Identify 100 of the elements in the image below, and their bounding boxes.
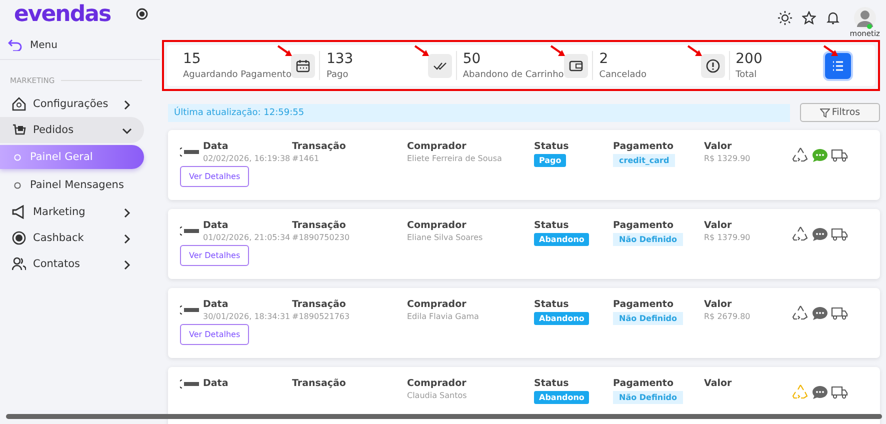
field-label: Valor: [704, 141, 732, 152]
status-badge: Abandono: [534, 312, 590, 325]
field-label: Valor: [704, 299, 732, 310]
field-label: Comprador: [407, 220, 466, 231]
truck-icon[interactable]: [831, 306, 848, 320]
field-label: Comprador: [407, 141, 466, 152]
stat-label: Pago: [326, 70, 350, 80]
megaphone-icon: [12, 205, 26, 219]
coin-icon: [12, 231, 26, 245]
payment-tag: Não Definido: [613, 391, 684, 404]
field-label: Status: [534, 220, 569, 231]
field-value: Claudia Santos: [407, 391, 467, 400]
stat-label: Total: [736, 70, 758, 80]
stat-button[interactable]: [564, 54, 588, 78]
avatar-icon[interactable]: [854, 6, 876, 28]
nav-item[interactable]: Contatos: [0, 251, 144, 277]
store-logo-icon: [180, 226, 200, 236]
status-badge: Pago: [534, 154, 566, 167]
nav-item[interactable]: Cashback: [0, 225, 144, 251]
field-label: Data: [203, 299, 228, 310]
field-value: 30/01/2026, 18:34:31: [203, 312, 290, 321]
stat-label: Aguardando Pagamento: [183, 70, 292, 80]
stat-value: 133: [326, 51, 354, 67]
field-label: Pagamento: [613, 299, 674, 310]
recycle-icon[interactable]: [792, 226, 809, 242]
store-logo-icon: [180, 147, 200, 157]
nav-item[interactable]: Pedidos: [0, 117, 144, 143]
field-value: Eliane Silva Soares: [407, 233, 483, 242]
alert-icon: [706, 58, 720, 72]
radio-icon[interactable]: [136, 8, 148, 20]
store-logo-icon: [180, 378, 200, 388]
recycle-icon[interactable]: [792, 147, 809, 163]
logo: evendas: [14, 2, 111, 26]
annotation-arrow: [686, 45, 703, 57]
bell-icon[interactable]: [826, 11, 840, 25]
field-value: 01/02/2026, 21:05:34: [203, 233, 290, 242]
stat-button[interactable]: [700, 54, 725, 78]
menu-label[interactable]: Menu: [30, 40, 58, 50]
nav-item[interactable]: Configurações: [0, 91, 144, 117]
details-button[interactable]: Ver Detalhes: [180, 245, 250, 266]
truck-icon[interactable]: [831, 228, 848, 240]
field-value: #1461: [292, 154, 320, 163]
annotation-arrow: [414, 45, 430, 57]
store-logo-icon: [180, 305, 200, 315]
sun-icon[interactable]: [778, 11, 792, 25]
field-label: Transação: [292, 378, 346, 389]
scrollbar[interactable]: [6, 414, 882, 419]
field-label: Status: [534, 141, 569, 152]
chat-icon[interactable]: [812, 384, 828, 400]
annotation-arrow: [277, 45, 294, 57]
chat-icon[interactable]: [812, 226, 828, 242]
details-button[interactable]: Ver Detalhes: [180, 324, 250, 345]
status-badge: Abandono: [534, 233, 590, 246]
field-label: Transação: [292, 141, 346, 152]
stat-button[interactable]: [291, 54, 316, 78]
house-icon: [12, 97, 26, 111]
list-icon: [831, 58, 846, 72]
field-label: Valor: [704, 378, 732, 389]
field-value: Eliete Ferreira de Sousa: [407, 154, 502, 163]
payment-tag: credit_card: [613, 154, 676, 167]
last-update-banner: Última atualização: 12:59:55: [168, 104, 790, 122]
circle-icon: [14, 182, 21, 188]
field-label: Pagamento: [613, 141, 674, 152]
truck-icon[interactable]: [831, 148, 848, 162]
field-label: Valor: [704, 220, 732, 231]
back-arrow-icon[interactable]: [8, 39, 22, 51]
details-button[interactable]: Ver Detalhes: [180, 166, 250, 187]
stat-value: 15: [183, 51, 202, 67]
field-value: #1890750230: [292, 233, 350, 242]
circle-icon: [14, 154, 21, 160]
wallet-icon: [569, 58, 584, 72]
stat-button[interactable]: [428, 54, 452, 78]
field-label: Data: [203, 378, 228, 389]
truck-icon[interactable]: [831, 386, 848, 398]
recycle-icon[interactable]: [792, 305, 809, 321]
annotation-arrow: [550, 45, 566, 57]
field-value: 02/02/2026, 16:19:38: [203, 154, 290, 163]
star-icon[interactable]: [802, 11, 816, 25]
payment-tag: Não Definido: [613, 312, 684, 325]
chat-icon[interactable]: [812, 306, 828, 320]
field-label: Comprador: [407, 299, 466, 310]
stat-value: 50: [462, 51, 482, 67]
field-label: Data: [203, 220, 228, 231]
field-label: Status: [534, 299, 569, 310]
field-label: Transação: [292, 299, 346, 310]
status-badge: Abandono: [534, 391, 590, 404]
stat-value: 200: [736, 51, 764, 67]
stat-label: Cancelado: [599, 70, 648, 80]
field-value: Edila Flavia Gama: [407, 312, 479, 321]
people-icon: [12, 257, 26, 271]
nav-item[interactable]: Marketing: [0, 199, 144, 225]
field-label: Pagamento: [613, 220, 674, 231]
field-label: Transação: [292, 220, 346, 231]
stat-label: Abandono de Carrinho: [462, 70, 564, 80]
nav-subitem[interactable]: Painel Mensagens: [0, 173, 144, 197]
calendar-icon: [296, 58, 310, 72]
cart-icon: [12, 123, 26, 137]
field-value: #1890521763: [292, 312, 350, 321]
filter-button[interactable]: Filtros: [800, 103, 880, 122]
payment-tag: Não Definido: [613, 233, 684, 246]
